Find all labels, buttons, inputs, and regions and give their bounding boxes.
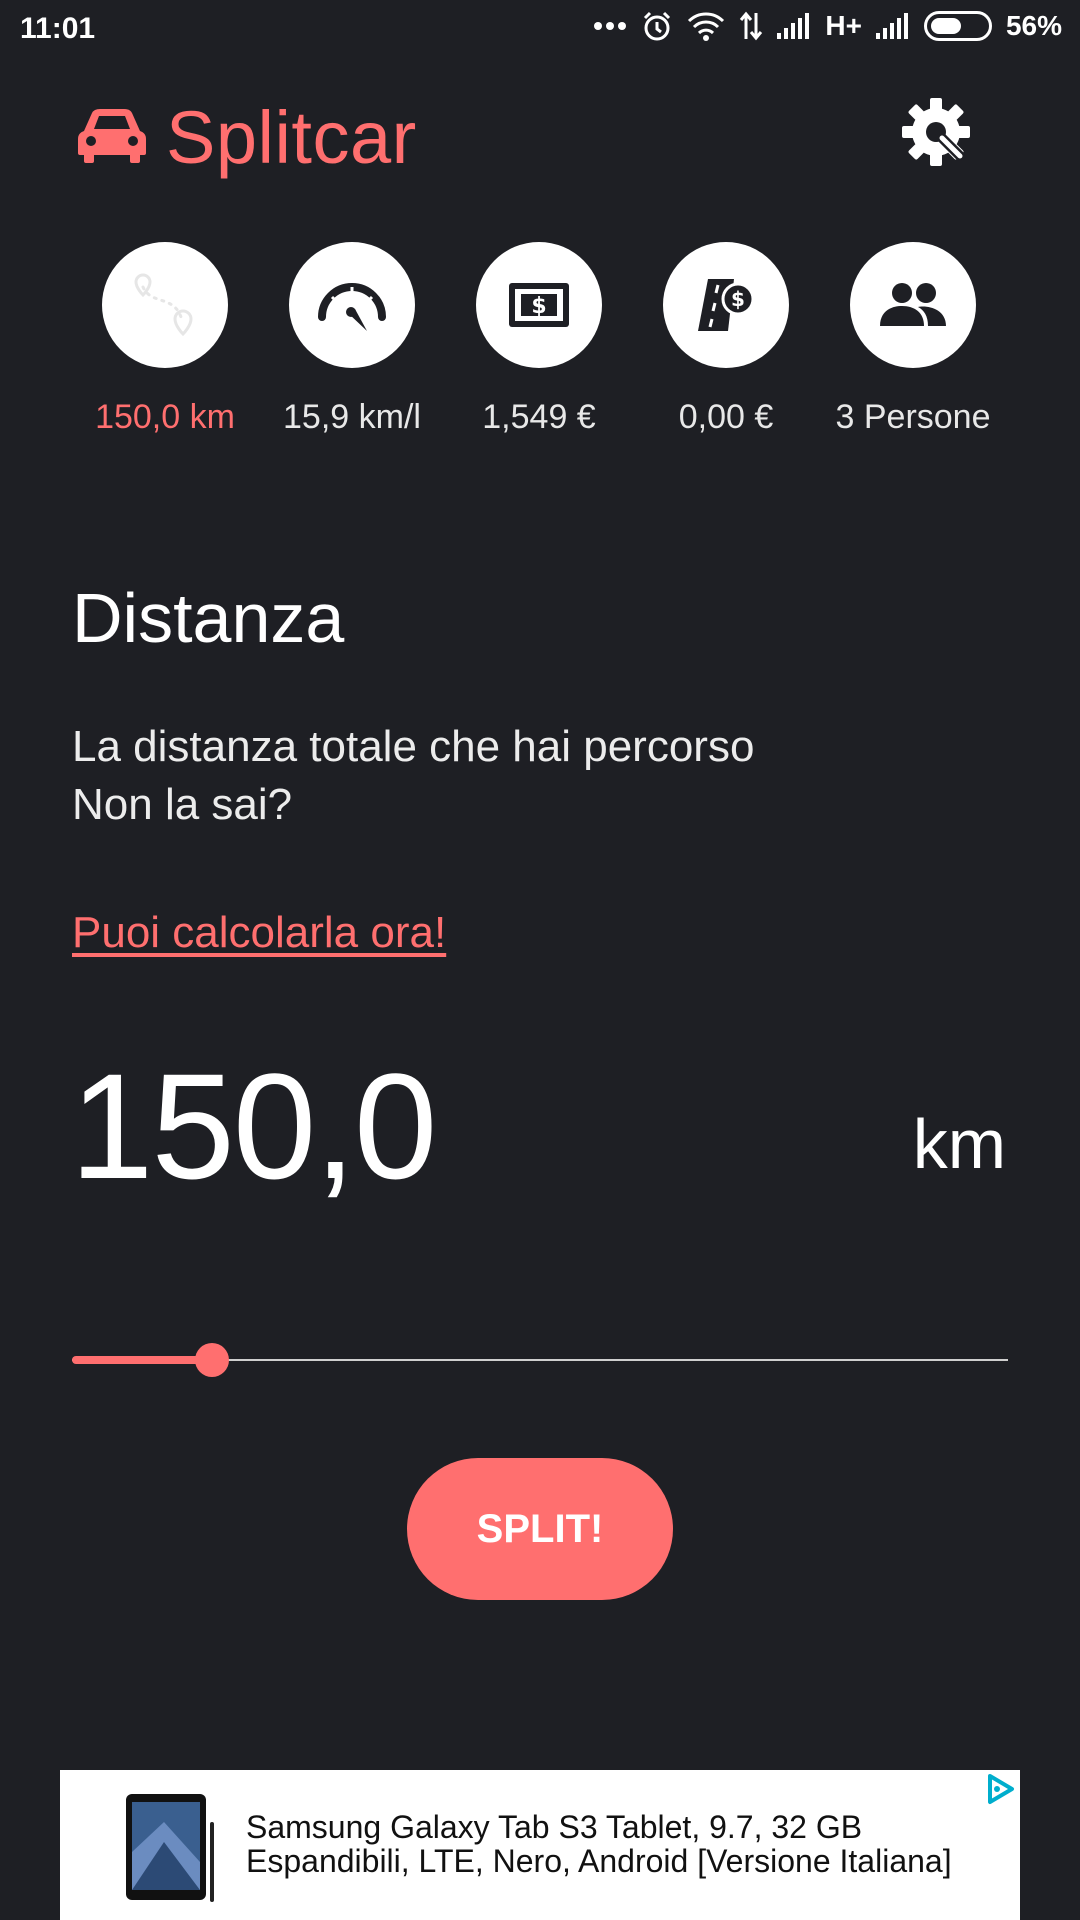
stat-fuel-price-label: 1,549 € [482,398,596,436]
description-line-1: La distanza totale che hai percorso [72,722,755,771]
stat-fuel-price-circle[interactable]: $ [476,242,602,368]
people-icon [880,283,946,326]
screen: 11:01 H+ 56% Splitcar 150,0 km 15,9 km/l… [0,0,1080,1920]
calculate-link[interactable]: Puoi calcolarla ora! [72,908,446,958]
signal-icon [777,13,811,39]
ad-line-1: Samsung Galaxy Tab S3 Tablet, 9.7, 32 GB [246,1809,863,1845]
slider-thumb[interactable] [195,1343,230,1377]
stat-toll-circle[interactable]: $ [663,242,789,368]
route-icon [134,273,193,337]
speedometer-icon [318,283,386,331]
section-title: Distanza [72,579,345,657]
distance-unit: km [912,1105,1006,1183]
slider-fill [72,1356,213,1364]
stat-distance-circle[interactable] [102,242,228,368]
battery-icon [923,11,992,41]
stat-people-circle[interactable] [850,242,976,368]
ad-line-2: Espandibili, LTE, Nero, Android [Version… [246,1843,952,1879]
app-header: Splitcar [78,95,417,180]
alarm-icon [641,10,673,42]
description-line-2: Non la sai? [72,780,293,829]
wifi-icon [687,11,725,41]
money-icon: $ [509,283,569,327]
status-bar: 11:01 H+ 56% [0,0,1080,62]
stat-toll-label: 0,00 € [678,398,774,436]
svg-text:$: $ [531,294,546,319]
battery-fill [930,18,962,34]
battery-percent: 56% [1005,10,1062,41]
app-title: Splitcar [166,96,417,179]
stat-fuel-price[interactable]: $ 1,549 € [444,242,634,437]
status-time: 11:01 [20,12,96,45]
toll-road-icon: $ [698,279,755,331]
ad-banner[interactable]: Samsung Galaxy Tab S3 Tablet, 9.7, 32 GB… [60,1770,1020,1920]
stat-consumption-circle[interactable] [289,242,415,368]
more-dots-icon [593,21,627,31]
stat-people-label: 3 Persone [835,398,991,436]
stat-distance-label: 150,0 km [95,398,235,436]
distance-value: 150,0 [70,1042,437,1210]
stat-toll[interactable]: $ 0,00 € [631,242,821,437]
network-type: H+ [825,10,862,41]
data-arrows-icon [739,11,763,41]
section-description: La distanza totale che hai percorso Non … [72,718,754,834]
settings-button[interactable] [896,92,976,172]
stat-distance[interactable]: 150,0 km [70,242,260,437]
car-icon [78,107,146,168]
stat-people[interactable]: 3 Persone [818,242,1008,437]
signal-icon-2 [875,13,910,39]
ad-text[interactable]: Samsung Galaxy Tab S3 Tablet, 9.7, 32 GB… [246,1810,952,1878]
gear-wrench-icon [902,98,970,166]
tablet-product-image[interactable] [124,1792,220,1909]
distance-slider[interactable] [72,1340,1008,1380]
stat-consumption-label: 15,9 km/l [283,398,421,436]
stat-consumption[interactable]: 15,9 km/l [257,242,447,437]
status-icons: H+ 56% [593,10,1062,42]
split-button[interactable]: SPLIT! [407,1458,673,1600]
ad-choices-icon[interactable] [982,1772,1016,1811]
svg-text:$: $ [731,287,745,311]
